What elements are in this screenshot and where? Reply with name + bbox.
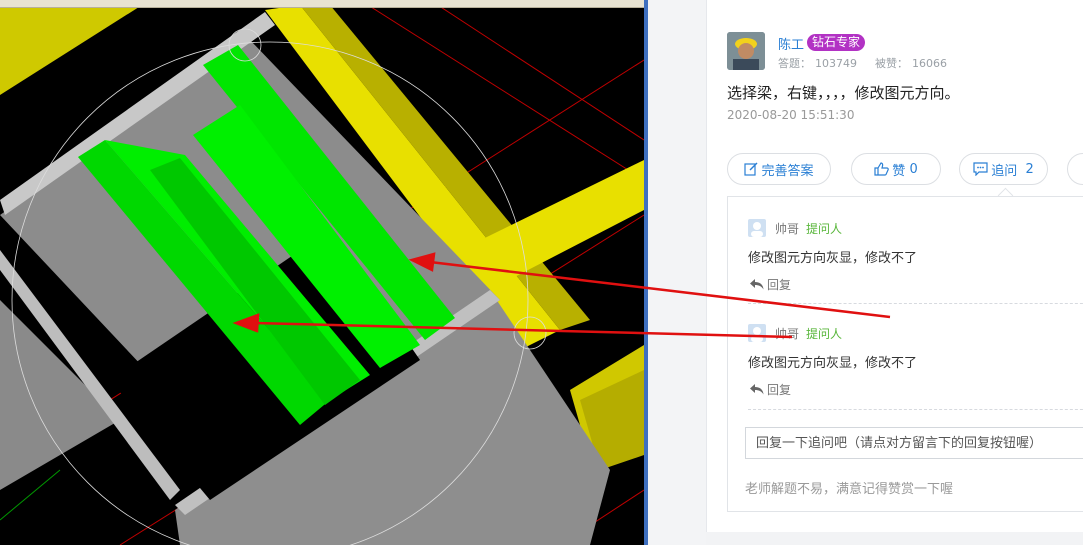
like-label: 赞 bbox=[892, 163, 906, 179]
answerer-stats: 答题： 103749 被赞： 16066 bbox=[778, 55, 951, 71]
reply-author[interactable]: 帅哥 bbox=[775, 325, 799, 342]
default-avatar-icon bbox=[751, 222, 763, 237]
reply-author[interactable]: 帅哥 bbox=[775, 220, 799, 237]
avatar[interactable] bbox=[727, 32, 765, 70]
tip-text: 老师解题不易，满意记得赞赏一下喔 bbox=[745, 482, 954, 497]
edit-icon bbox=[744, 162, 758, 176]
user-avatar-icon bbox=[727, 32, 765, 70]
answers-count: 103749 bbox=[815, 57, 857, 70]
like-button[interactable]: 赞 0 bbox=[851, 153, 941, 185]
followup-panel: 帅哥 提问人 修改图元方向灰显，修改不了 回复 帅哥 提问人 修改图元方向灰显，… bbox=[727, 196, 1083, 512]
improve-answer-button[interactable]: 完善答案 bbox=[727, 153, 831, 185]
reply-text: 修改图元方向灰显，修改不了 bbox=[748, 356, 918, 371]
yellow-beam-top-left bbox=[0, 0, 150, 95]
followup-reply-input[interactable] bbox=[745, 427, 1083, 459]
followup-button[interactable]: 追问 2 bbox=[959, 153, 1048, 185]
improve-answer-label: 完善答案 bbox=[761, 163, 814, 179]
answer-timestamp: 2020-08-20 15:51:30 bbox=[727, 108, 855, 122]
reply-role: 提问人 bbox=[806, 327, 843, 341]
comment-icon bbox=[973, 162, 988, 176]
followup-count: 2 bbox=[1025, 161, 1034, 177]
reply-arrow-icon bbox=[750, 279, 764, 290]
thumbs-up-icon bbox=[874, 162, 890, 176]
reply-button[interactable]: 回复 bbox=[750, 381, 791, 398]
answer-card: 陈工 钻石专家 答题： 103749 被赞： 16066 选择梁，右键，，，，修改图… bbox=[706, 0, 1083, 532]
page-margin bbox=[648, 0, 706, 545]
reply-button[interactable]: 回复 bbox=[750, 276, 791, 293]
reply-button-label: 回复 bbox=[767, 383, 792, 397]
avatar[interactable] bbox=[748, 219, 766, 237]
default-avatar-icon bbox=[751, 327, 763, 342]
like-count: 0 bbox=[909, 161, 918, 177]
likes-label: 被赞： bbox=[875, 57, 908, 70]
followup-label: 追问 bbox=[991, 163, 1018, 179]
app-toolbar-strip bbox=[0, 0, 644, 8]
model-viewport[interactable] bbox=[0, 0, 644, 545]
model-3d-view bbox=[0, 0, 644, 545]
expert-badge: 钻石专家 bbox=[807, 34, 866, 51]
likes-count: 16066 bbox=[912, 57, 947, 70]
reply-button-label: 回复 bbox=[767, 278, 792, 292]
reply-text: 修改图元方向灰显，修改不了 bbox=[748, 251, 918, 266]
avatar[interactable] bbox=[748, 324, 766, 342]
divider bbox=[748, 409, 1083, 410]
reply-role: 提问人 bbox=[806, 222, 843, 236]
answerer-name[interactable]: 陈工 bbox=[778, 34, 804, 53]
more-actions-button[interactable] bbox=[1067, 153, 1083, 185]
answer-text: 选择梁，右键，，，，修改图元方向。 bbox=[727, 84, 960, 102]
reply-arrow-icon bbox=[750, 384, 764, 395]
divider bbox=[748, 303, 1083, 304]
answers-label: 答题： bbox=[778, 57, 811, 70]
